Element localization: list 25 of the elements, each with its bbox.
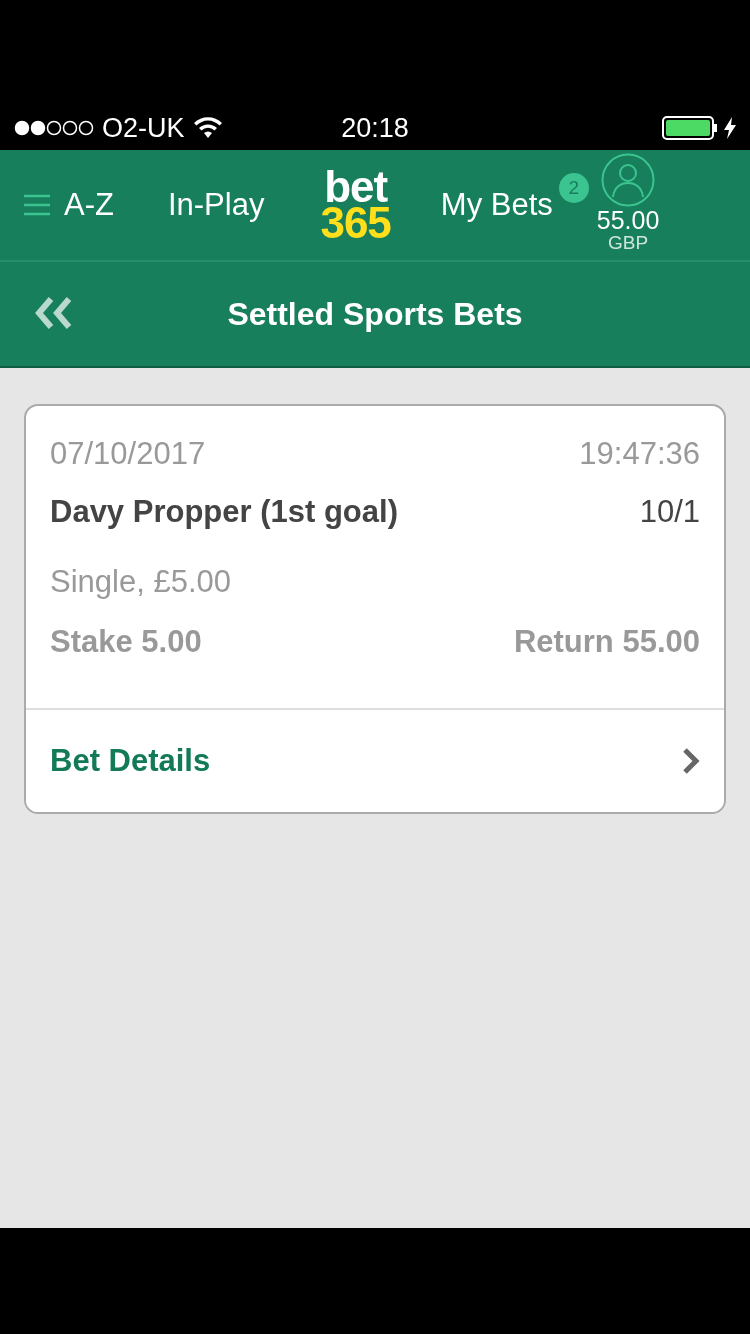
chevron-icon: [682, 747, 700, 775]
bet-stake: Stake 5.00: [50, 624, 202, 660]
a-z-menu-link[interactable]: A-Z: [24, 187, 114, 223]
my-bets-link[interactable]: My Bets: [440, 187, 553, 223]
logo[interactable]: bet 365: [320, 169, 391, 241]
charging-icon: [724, 117, 736, 139]
bet-return: Return 55.00: [513, 624, 700, 660]
bets-count-badge: 2: [558, 173, 589, 203]
battery-icon: [662, 116, 718, 140]
account-balance: 55.00: [596, 207, 660, 233]
bet-odds: 10/1: [639, 494, 700, 530]
bet-time: 19:47:36: [579, 436, 700, 472]
wifi-icon: [192, 117, 223, 139]
in-play-link[interactable]: In-Play: [167, 187, 265, 223]
currency-label: GBP: [608, 233, 649, 253]
bet-type: Single, £5.00: [50, 564, 231, 600]
account-icon[interactable]: [601, 153, 656, 207]
menu-icon: [24, 194, 50, 216]
page-title: Settled Sports Bets: [227, 295, 523, 333]
signal-icon: [14, 120, 94, 136]
bet-details-button[interactable]: Bet Details: [26, 708, 724, 812]
bet-selection: Davy Propper (1st goal): [50, 494, 398, 530]
carrier-name: O2-UK: [102, 112, 185, 144]
bet-date: 07/10/2017: [50, 436, 206, 472]
clock-time: 20:18: [341, 112, 409, 144]
